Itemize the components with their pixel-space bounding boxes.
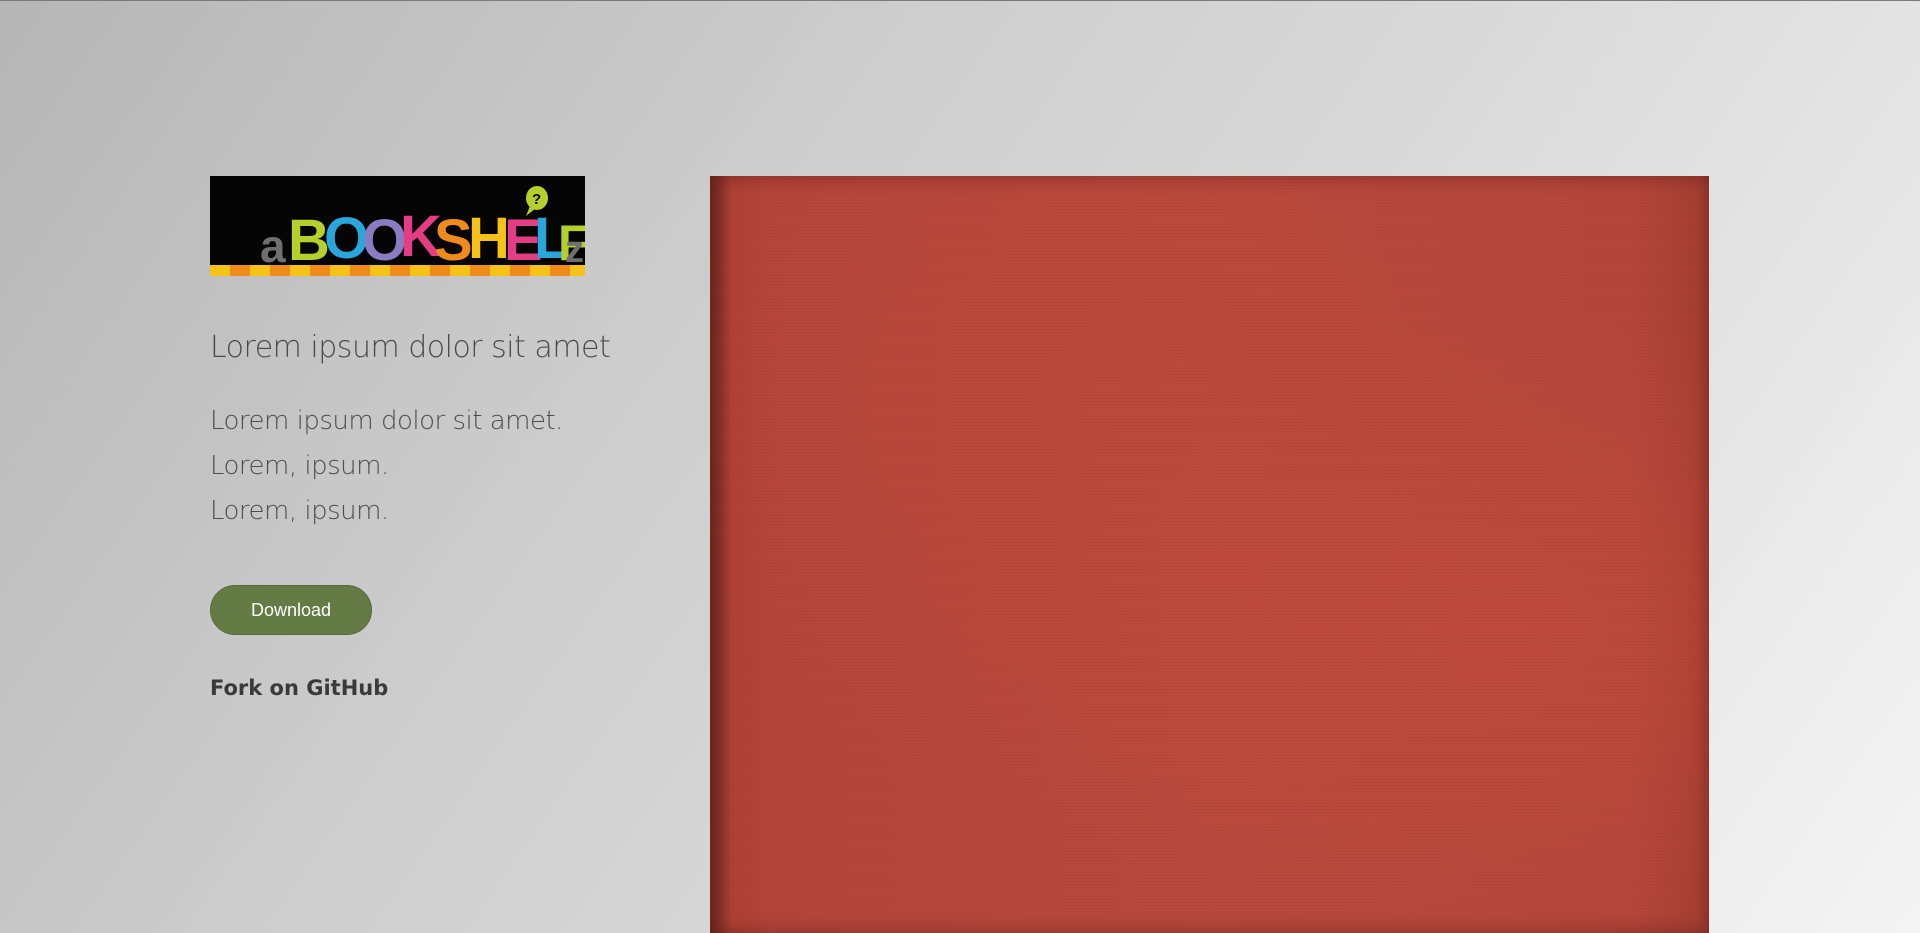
hero-headline: Lorem ipsum dolor sit amet <box>210 330 611 365</box>
download-button[interactable]: Download <box>210 585 372 635</box>
hero-panel: a B O O K S H E L F z z ? Lorem ipsum do… <box>210 176 611 700</box>
svg-text:z: z <box>565 229 584 271</box>
fork-on-github-link[interactable]: Fork on GitHub <box>210 676 610 700</box>
abookshelfz-logo[interactable]: a B O O K S H E L F z z ? <box>210 176 585 276</box>
hero-description: Lorem ipsum dolor sit amet. Lorem, ipsum… <box>210 399 610 534</box>
description-line: Lorem, ipsum. <box>210 496 389 526</box>
description-line: Lorem, ipsum. <box>210 451 389 481</box>
top-border <box>0 0 1920 1</box>
svg-text:a: a <box>260 220 286 272</box>
svg-text:S: S <box>434 208 473 273</box>
description-line: Lorem ipsum dolor sit amet. <box>210 406 563 436</box>
svg-text:?: ? <box>532 191 541 208</box>
book-cover-image <box>710 176 1709 933</box>
